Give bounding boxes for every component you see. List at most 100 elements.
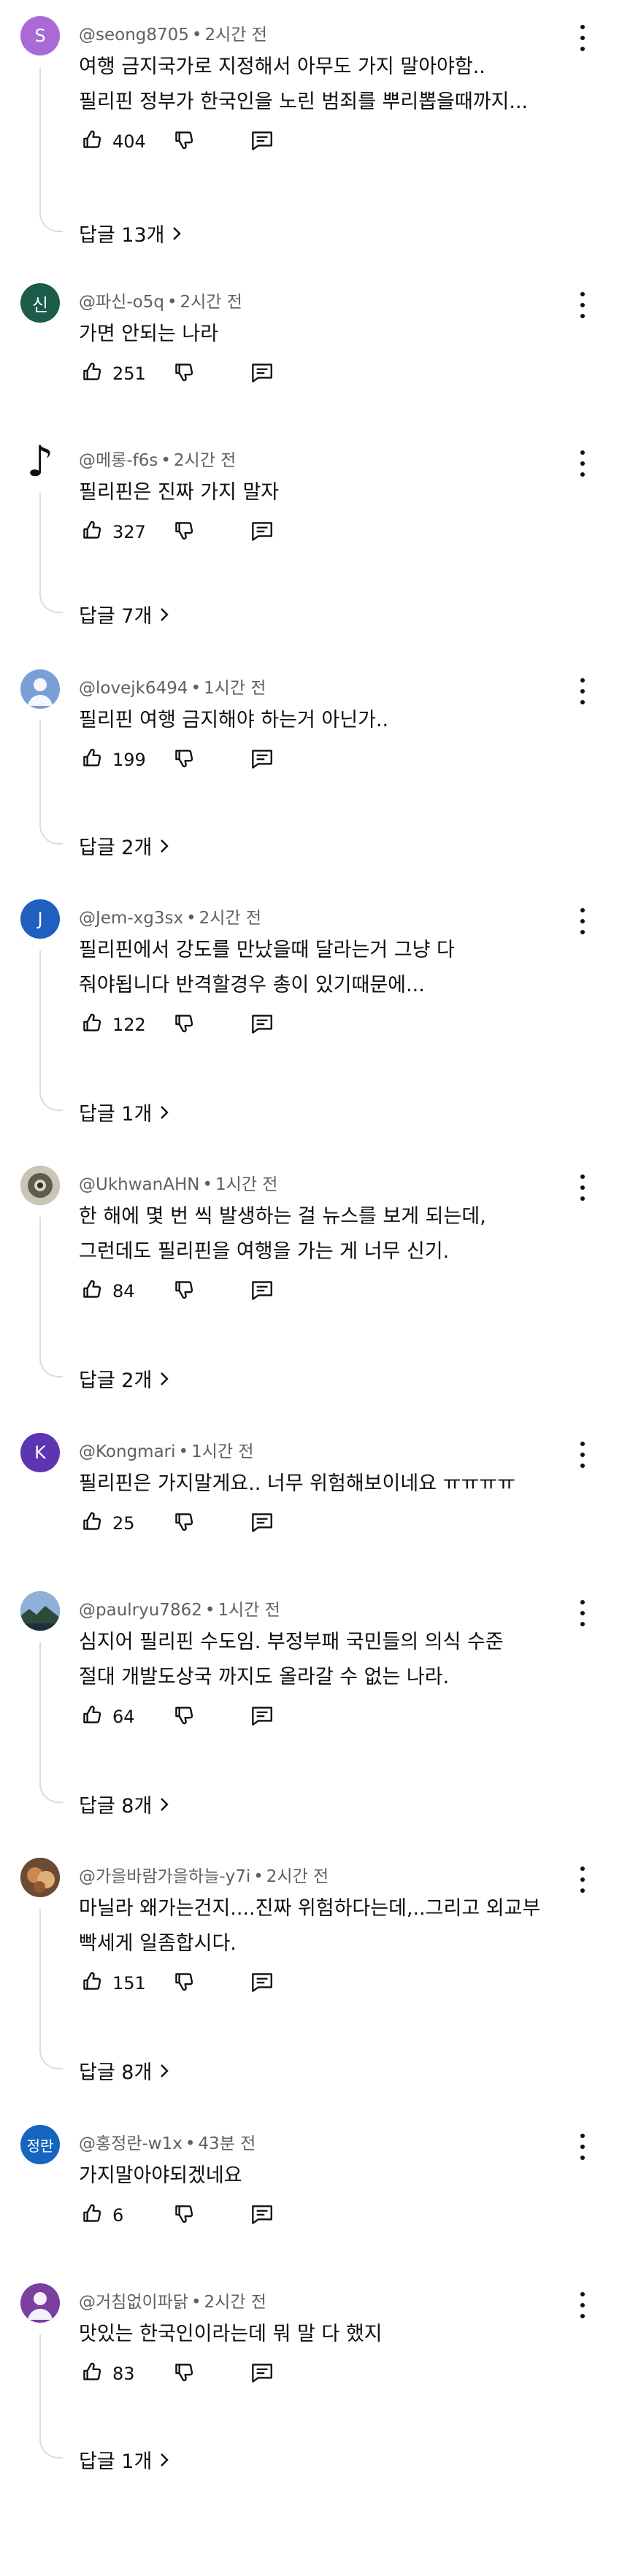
meta-separator: • (186, 909, 196, 928)
comment-icon[interactable] (248, 1702, 274, 1729)
comment-author[interactable]: @UkhwanAHN (79, 1175, 199, 1194)
comment-icon[interactable] (248, 1969, 274, 1995)
profile-photo-icon (20, 1166, 60, 1205)
thumbs-up-icon[interactable] (79, 1702, 105, 1729)
comment-author[interactable]: @메롱-f6s (79, 451, 158, 470)
more-vert-icon[interactable] (574, 1599, 591, 1628)
view-replies-link[interactable]: 답글 2개 (79, 831, 169, 860)
thumbs-down-icon[interactable] (171, 359, 197, 385)
more-vert-icon[interactable] (574, 1173, 591, 1202)
avatar[interactable] (20, 669, 60, 709)
chevron-right-icon (161, 2453, 169, 2467)
comment-author[interactable]: @Kongmari (79, 1442, 176, 1461)
avatar[interactable] (20, 2283, 60, 2323)
more-vert-icon[interactable] (574, 677, 591, 706)
comment-icon[interactable] (248, 518, 274, 544)
thumbs-down-icon[interactable] (171, 1969, 197, 1995)
thumbs-down-icon[interactable] (171, 1509, 197, 1535)
thumbs-up-icon[interactable] (79, 1509, 105, 1535)
thumbs-up-icon[interactable] (79, 359, 105, 385)
avatar[interactable] (20, 1858, 60, 1897)
more-vert-icon[interactable] (574, 2132, 591, 2161)
comment-time[interactable]: 2시간 전 (199, 909, 261, 928)
avatar[interactable]: 신 (20, 283, 60, 323)
comment-time[interactable]: 2시간 전 (174, 451, 236, 470)
more-vert-icon[interactable] (574, 1440, 591, 1469)
comment-author[interactable]: @seong8705 (79, 26, 189, 45)
meta-separator: • (178, 1442, 189, 1461)
comment-icon[interactable] (248, 359, 274, 385)
avatar[interactable] (20, 1591, 60, 1631)
comment-icon[interactable] (248, 1277, 274, 1303)
comment-icon[interactable] (248, 2201, 274, 2227)
chevron-right-icon (161, 607, 169, 621)
comment-author[interactable]: @파신-o5q (79, 293, 164, 312)
comment-text: 필리핀에서 강도를 만났을때 달라는거 그냥 다 줘야됩니다 반격할경우 총이 있… (79, 933, 575, 1003)
more-vert-icon[interactable] (574, 449, 591, 478)
comment-author[interactable]: @거침없이파닭 (79, 2293, 188, 2312)
thumbs-up-icon[interactable] (79, 518, 105, 544)
view-replies-link[interactable]: 답글 13개 (79, 219, 182, 247)
avatar-letter: K (34, 1442, 46, 1463)
comment-item: 정란 @홍정란-w1x • 43분 전 가지말아야되겠네요 6 (0, 2125, 622, 2242)
comment-author[interactable]: @가을바람가을하늘-y7i (79, 1867, 250, 1886)
comment-author[interactable]: @Jem-xg3sx (79, 909, 183, 928)
thumbs-down-icon[interactable] (171, 1277, 197, 1303)
view-replies-link[interactable]: 답글 7개 (79, 600, 169, 628)
avatar[interactable]: 정란 (20, 2125, 60, 2164)
avatar[interactable] (20, 1166, 60, 1205)
view-replies-link[interactable]: 답글 1개 (79, 1098, 169, 1126)
view-replies-link[interactable]: 답글 8개 (79, 2056, 169, 2085)
thumbs-down-icon[interactable] (171, 1010, 197, 1037)
comment-icon[interactable] (248, 745, 274, 772)
comment-item: @lovejk6494 • 1시간 전 필리핀 여행 금지해야 하는거 아닌가.. 19… (0, 669, 622, 872)
comment-time[interactable]: 2시간 전 (205, 26, 267, 45)
view-replies-link[interactable]: 답글 8개 (79, 1790, 169, 1818)
comment-icon[interactable] (248, 127, 274, 153)
more-vert-icon[interactable] (574, 1865, 591, 1894)
comment-time[interactable]: 2시간 전 (266, 1867, 329, 1886)
comment-actions: 151 (79, 1969, 298, 1998)
comment-time[interactable]: 2시간 전 (180, 293, 242, 312)
comment-time[interactable]: 2시간 전 (204, 2293, 266, 2312)
comment-icon[interactable] (248, 2359, 274, 2385)
comment-time[interactable]: 1시간 전 (215, 1175, 277, 1194)
comment-text: 심지어 필리핀 수도임. 부정부패 국민들의 의식 수준 절대 개발도상국 까지도… (79, 1625, 575, 1695)
comment-text-line: 한 해에 몇 번 씩 발생하는 걸 뉴스를 보게 되는데, (79, 1205, 486, 1228)
thumbs-down-icon[interactable] (171, 1702, 197, 1729)
thumbs-up-icon[interactable] (79, 1277, 105, 1303)
comment-author[interactable]: @홍정란-w1x (79, 2134, 183, 2153)
avatar[interactable]: K (20, 1433, 60, 1472)
thumbs-up-icon[interactable] (79, 127, 105, 153)
comment-icon[interactable] (248, 1010, 274, 1037)
thumbs-up-icon[interactable] (79, 2201, 105, 2227)
view-replies-label: 답글 7개 (79, 605, 153, 628)
comment-time[interactable]: 1시간 전 (218, 1601, 280, 1620)
comment-author[interactable]: @paulryu7862 (79, 1601, 202, 1620)
comment-time[interactable]: 43분 전 (198, 2134, 256, 2153)
thumbs-up-icon[interactable] (79, 745, 105, 772)
more-vert-icon[interactable] (574, 907, 591, 936)
comment-icon[interactable] (248, 1509, 274, 1535)
avatar[interactable]: ♪ (20, 442, 60, 481)
thumbs-down-icon[interactable] (171, 2201, 197, 2227)
comment-author[interactable]: @lovejk6494 (79, 679, 188, 698)
thumbs-down-icon[interactable] (171, 127, 197, 153)
view-replies-link[interactable]: 답글 1개 (79, 2445, 169, 2474)
comment-time[interactable]: 1시간 전 (191, 1442, 253, 1461)
more-vert-icon[interactable] (574, 291, 591, 320)
avatar[interactable]: J (20, 899, 60, 939)
thumbs-up-icon[interactable] (79, 1010, 105, 1037)
more-vert-icon[interactable] (574, 2291, 591, 2320)
avatar[interactable]: S (20, 16, 60, 55)
like-count: 251 (112, 364, 146, 384)
thumbs-up-icon[interactable] (79, 1969, 105, 1995)
comment-time[interactable]: 1시간 전 (204, 679, 266, 698)
thumbs-down-icon[interactable] (171, 745, 197, 772)
more-vert-icon[interactable] (574, 23, 591, 53)
view-replies-link[interactable]: 답글 2개 (79, 1364, 169, 1393)
thumbs-down-icon[interactable] (171, 518, 197, 544)
thumbs-down-icon[interactable] (171, 2359, 197, 2385)
thumbs-up-icon[interactable] (79, 2359, 105, 2385)
comment-meta: @lovejk6494 • 1시간 전 (79, 674, 266, 699)
